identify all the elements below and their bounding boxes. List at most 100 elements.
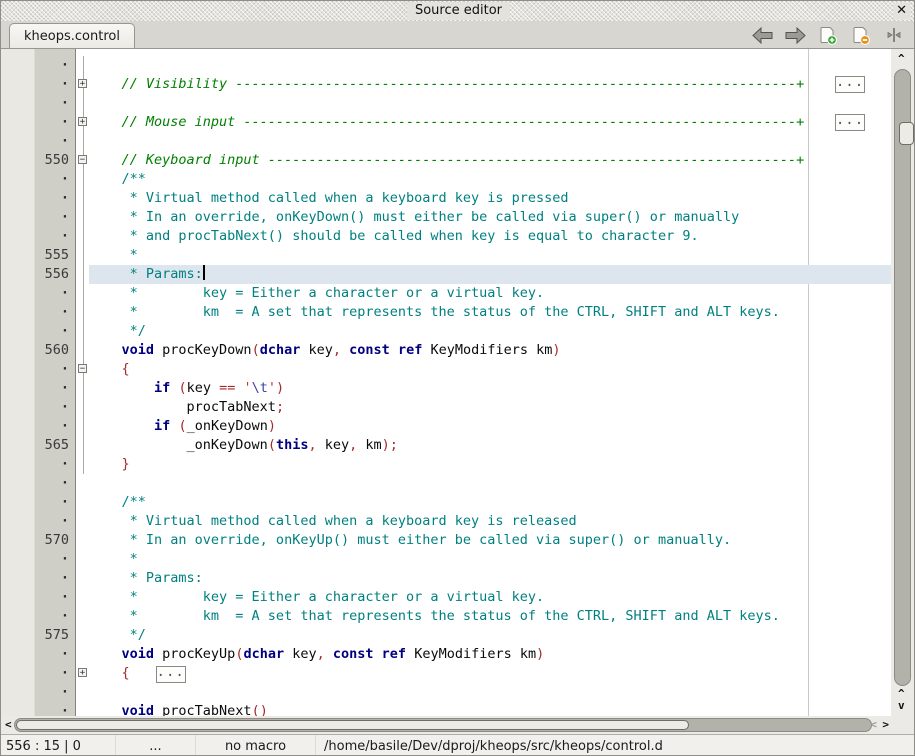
close-document-button[interactable] [849, 24, 873, 46]
folded-code-box[interactable]: ... [835, 76, 865, 93]
line-marker-dot[interactable]: · [35, 322, 75, 341]
code-line[interactable]: * In an override, onKeyDown() must eithe… [89, 208, 891, 227]
line-marker-dot[interactable]: · [35, 607, 75, 626]
close-window-icon[interactable]: ✕ [893, 3, 910, 19]
code-line[interactable]: } [89, 455, 891, 474]
line-marker-dot[interactable]: · [35, 303, 75, 322]
vertical-scrollbar-track[interactable] [894, 69, 911, 686]
code-line[interactable]: * In an override, onKeyUp() must either … [89, 531, 891, 550]
code-line[interactable]: * km = A set that represents the status … [89, 303, 891, 322]
folded-code-box[interactable]: ... [156, 666, 186, 683]
code-line[interactable]: */ [89, 322, 891, 341]
code-line[interactable]: void procKeyDown(dchar key, const ref Ke… [89, 341, 891, 360]
fold-expand-box[interactable]: + [78, 668, 87, 677]
fold-expand-box[interactable]: + [78, 117, 87, 126]
code-line[interactable]: /** [89, 493, 891, 512]
line-marker-dot[interactable]: · [35, 455, 75, 474]
current-line[interactable]: * Params: [89, 265, 891, 284]
line-number[interactable]: 575 [35, 626, 75, 645]
scroll-right-icon[interactable]: > [882, 718, 889, 731]
new-document-button[interactable] [816, 24, 840, 46]
fold-expand-box[interactable]: + [78, 79, 87, 88]
line-number[interactable]: 555 [35, 246, 75, 265]
line-marker-dot[interactable]: · [35, 170, 75, 189]
code-line[interactable]: * Params: [89, 569, 891, 588]
folded-code-box[interactable]: ... [835, 114, 865, 131]
line-number[interactable]: 560 [35, 341, 75, 360]
line-marker-dot[interactable]: · [35, 132, 75, 151]
code-line[interactable]: {... [89, 664, 891, 683]
code-line[interactable]: // Mouse input -------------------------… [89, 113, 891, 132]
code-line[interactable]: // Visibility --------------------------… [89, 75, 891, 94]
code-line[interactable]: */ [89, 626, 891, 645]
horizontal-scrollbar-thumb[interactable] [16, 720, 689, 730]
code-line[interactable]: * [89, 550, 891, 569]
code-line[interactable]: if (key == '\t') [89, 379, 891, 398]
code-line[interactable]: * Virtual method called when a keyboard … [89, 189, 891, 208]
gutter-numbers[interactable]: ·····550····555556···560····565····570··… [35, 49, 76, 716]
code-line[interactable] [89, 474, 891, 493]
line-marker-dot[interactable]: · [35, 360, 75, 379]
code-line[interactable]: if (_onKeyDown) [89, 417, 891, 436]
fold-collapse-box[interactable]: − [78, 364, 87, 373]
go-forward-button[interactable] [783, 24, 807, 46]
code-line[interactable]: * Virtual method called when a keyboard … [89, 512, 891, 531]
code-line[interactable]: { [89, 360, 891, 379]
line-marker-dot[interactable]: · [35, 113, 75, 132]
code-line[interactable]: * key = Either a character or a virtual … [89, 284, 891, 303]
text-cursor [203, 265, 205, 280]
tab-kheops-control[interactable]: kheops.control [9, 23, 135, 48]
line-number[interactable]: 565 [35, 436, 75, 455]
line-marker-dot[interactable]: · [35, 512, 75, 531]
go-back-button[interactable] [750, 24, 774, 46]
line-marker-dot[interactable]: · [35, 645, 75, 664]
scroll-up-icon[interactable]: ^ [898, 52, 905, 65]
line-marker-dot[interactable]: · [35, 227, 75, 246]
code-line[interactable]: procTabNext; [89, 398, 891, 417]
line-marker-dot[interactable]: · [35, 550, 75, 569]
scrollbar-corner [891, 716, 915, 734]
code-line[interactable]: void procTabNext() [89, 702, 891, 716]
code-line[interactable] [89, 94, 891, 113]
vertical-scrollbar-thumb[interactable] [899, 122, 914, 145]
line-marker-dot[interactable]: · [35, 664, 75, 683]
line-marker-dot[interactable]: · [35, 94, 75, 113]
vertical-scrollbar[interactable]: ^ ^ v [891, 49, 915, 716]
line-number[interactable]: 570 [35, 531, 75, 550]
code-line[interactable]: * and procTabNext() should be called whe… [89, 227, 891, 246]
line-marker-dot[interactable]: · [35, 189, 75, 208]
code-line[interactable]: void procKeyUp(dchar key, const ref KeyM… [89, 645, 891, 664]
line-marker-dot[interactable]: · [35, 588, 75, 607]
code-area[interactable]: // Visibility --------------------------… [89, 49, 891, 716]
code-line[interactable] [89, 132, 891, 151]
line-marker-dot[interactable]: · [35, 683, 75, 702]
line-marker-dot[interactable]: · [35, 208, 75, 227]
code-line[interactable]: // Keyboard input ----------------------… [89, 151, 891, 170]
line-marker-dot[interactable]: · [35, 56, 75, 75]
code-line[interactable]: * km = A set that represents the status … [89, 607, 891, 626]
line-marker-dot[interactable]: · [35, 702, 75, 716]
code-line[interactable] [89, 683, 891, 702]
line-marker-dot[interactable]: · [35, 284, 75, 303]
code-line[interactable]: * [89, 246, 891, 265]
horizontal-scrollbar[interactable]: < < > [2, 716, 891, 734]
scroll-left-icon[interactable]: < [5, 718, 12, 731]
line-marker-dot[interactable]: · [35, 398, 75, 417]
split-view-button[interactable] [882, 24, 906, 46]
line-number[interactable]: 550 [35, 151, 75, 170]
line-number[interactable]: 556 [35, 265, 75, 284]
line-marker-dot[interactable]: · [35, 417, 75, 436]
line-marker-dot[interactable]: · [35, 379, 75, 398]
line-marker-dot[interactable]: · [35, 474, 75, 493]
scroll-down-icon[interactable]: v [898, 699, 905, 712]
code-line[interactable]: * key = Either a character or a virtual … [89, 588, 891, 607]
fold-collapse-box[interactable]: − [78, 155, 87, 164]
code-line[interactable]: /** [89, 170, 891, 189]
code-line[interactable] [89, 56, 891, 75]
horizontal-scrollbar-track[interactable] [14, 718, 872, 732]
scroll-left-icon-right[interactable]: < [870, 718, 877, 731]
code-line[interactable]: _onKeyDown(this, key, km); [89, 436, 891, 455]
line-marker-dot[interactable]: · [35, 75, 75, 94]
line-marker-dot[interactable]: · [35, 493, 75, 512]
line-marker-dot[interactable]: · [35, 569, 75, 588]
